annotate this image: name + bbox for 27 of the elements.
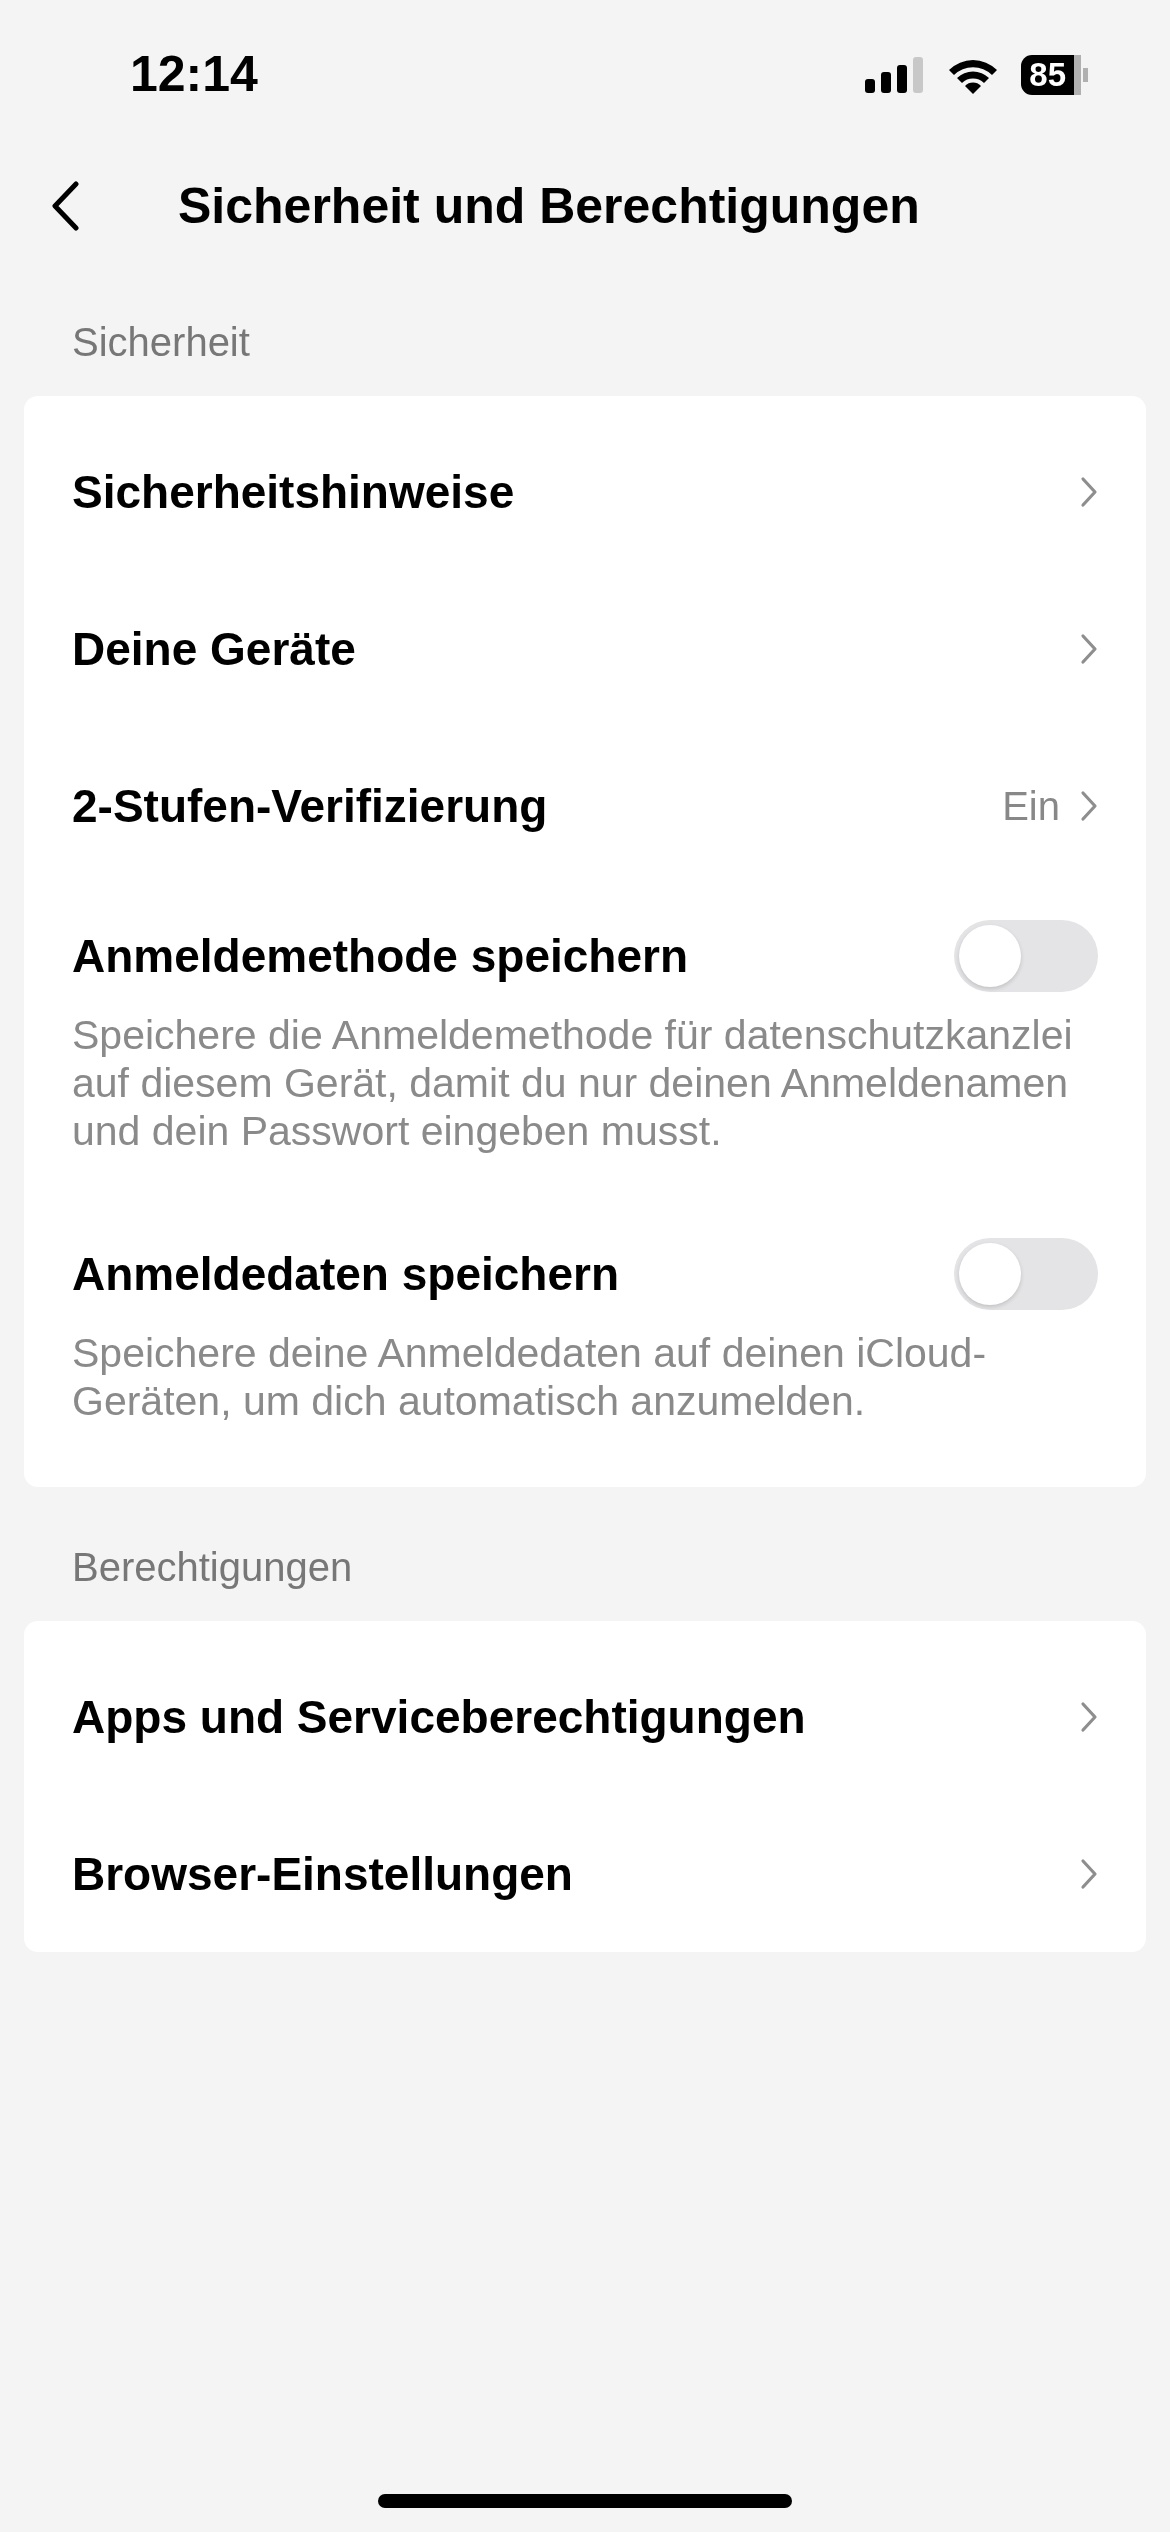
row-label: Anmeldemethode speichern: [72, 929, 689, 983]
chevron-icon: [1080, 1858, 1098, 1890]
chevron-icon: [1080, 633, 1098, 665]
back-icon: [50, 181, 80, 231]
battery-icon: 85: [1021, 55, 1088, 95]
settings-row[interactable]: Browser-Einstellungen: [72, 1814, 1098, 1934]
row-description: Speichere die Anmeldemethode für datenschutzkanzlei auf diesem Gerät, damit du nur deinen Anmeldenamen und dein Passwort eingeben musst.: [72, 1011, 1074, 1156]
page-title: Sicherheit und Berechtigungen: [178, 177, 920, 235]
row-label: 2-Stufen-Verifizierung: [72, 779, 548, 833]
settings-row[interactable]: Sicherheitshinweise: [72, 432, 1098, 552]
chevron-icon: [1080, 790, 1098, 822]
settings-row[interactable]: Deine Geräte: [72, 589, 1098, 709]
section-label: Sicherheit: [71, 319, 251, 362]
row-label: Browser-Einstellungen: [72, 1847, 573, 1901]
signal-icon: [865, 57, 926, 93]
chevron-icon: [1080, 1701, 1098, 1733]
chevron-icon: [1080, 476, 1098, 508]
row-label: Deine Geräte: [72, 622, 356, 676]
row-label: Anmeldedaten speichern: [72, 1247, 620, 1301]
row-value: Ein: [1002, 783, 1060, 829]
status-time: 12:14: [130, 45, 258, 103]
settings-row[interactable]: 2-Stufen-Verifizierung Ein: [72, 746, 1098, 866]
settings-row[interactable]: Apps und Serviceberechtigungen: [72, 1657, 1098, 1777]
section-label: Berechtigungen: [71, 1544, 354, 1587]
row-description: Speichere deine Anmeldedaten auf deinen iCloud-Geräten, um dich automatisch anzumelden.: [72, 1329, 988, 1426]
row-label: Apps und Serviceberechtigungen: [72, 1690, 806, 1744]
row-label: Sicherheitshinweise: [72, 465, 515, 519]
